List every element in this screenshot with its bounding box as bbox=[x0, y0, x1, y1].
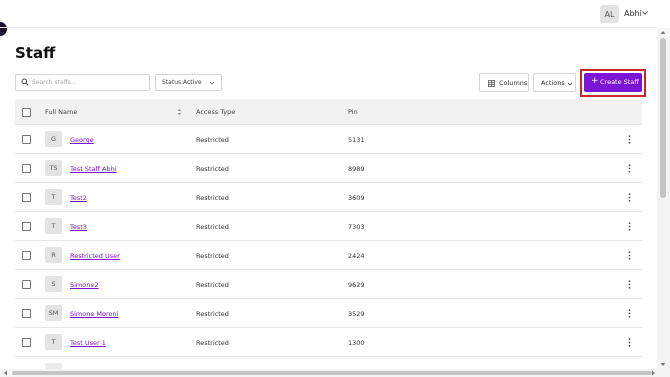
scroll-up-arrow-icon[interactable] bbox=[660, 30, 666, 35]
row-checkbox[interactable] bbox=[22, 338, 31, 347]
access-type: Restricted bbox=[196, 223, 229, 231]
kebab-menu-icon[interactable] bbox=[628, 338, 631, 347]
access-type: Restricted bbox=[196, 339, 229, 347]
select-all-checkbox[interactable] bbox=[22, 108, 31, 117]
user-name[interactable]: Abhi bbox=[624, 9, 642, 18]
avatar: G bbox=[45, 131, 62, 147]
kebab-menu-icon[interactable] bbox=[628, 251, 631, 260]
pin-value: 9629 bbox=[348, 281, 365, 289]
kebab-menu-icon[interactable] bbox=[628, 193, 631, 202]
staff-name-link[interactable]: Test Staff Abhi bbox=[70, 165, 117, 173]
chevron-down-icon[interactable] bbox=[641, 9, 649, 17]
staff-name-link[interactable]: Simone Moroni bbox=[70, 310, 118, 318]
search-input[interactable] bbox=[32, 76, 146, 89]
table-row: S Simone2 Restricted 9629 bbox=[15, 270, 642, 299]
scrollbar-thumb[interactable] bbox=[12, 371, 652, 375]
actions-label: Actions bbox=[541, 79, 565, 87]
staff-name-link[interactable]: George bbox=[70, 136, 94, 144]
create-staff-label: Create Staff bbox=[600, 78, 639, 86]
row-checkbox[interactable] bbox=[22, 222, 31, 231]
column-header-pin: Pin bbox=[348, 108, 358, 116]
row-checkbox[interactable] bbox=[22, 193, 31, 202]
access-type: Restricted bbox=[196, 165, 229, 173]
access-type: Restricted bbox=[196, 281, 229, 289]
horizontal-scrollbar[interactable] bbox=[0, 369, 670, 377]
column-header-access-type: Access Type bbox=[196, 108, 236, 116]
top-bar: AL Abhi bbox=[0, 0, 657, 28]
avatar: SM bbox=[45, 305, 62, 321]
table-row: R Restricted User Restricted 2424 bbox=[15, 241, 642, 270]
staff-name-link[interactable]: Simone2 bbox=[70, 281, 99, 289]
sort-icon[interactable] bbox=[177, 108, 182, 116]
columns-button[interactable]: Columns bbox=[479, 73, 529, 92]
scroll-down-arrow-icon[interactable] bbox=[660, 362, 666, 367]
access-type: Restricted bbox=[196, 310, 229, 318]
row-checkbox[interactable] bbox=[22, 280, 31, 289]
kebab-menu-icon[interactable] bbox=[628, 309, 631, 318]
access-type: Restricted bbox=[196, 194, 229, 202]
table-row: SM Simone Moroni Restricted 3529 bbox=[15, 299, 642, 328]
pin-value: 2424 bbox=[348, 252, 365, 260]
table-row: G George Restricted 5131 bbox=[15, 125, 642, 154]
avatar: S bbox=[45, 276, 62, 292]
staff-table: Full Name Access Type Pin G George Restric… bbox=[15, 99, 642, 371]
pin-value: 3609 bbox=[348, 194, 365, 202]
table-row: TS Test Staff Abhi Restricted 8989 bbox=[15, 154, 642, 183]
staff-name-link[interactable]: Test3 bbox=[70, 223, 87, 231]
kebab-menu-icon[interactable] bbox=[628, 222, 631, 231]
status-filter-dropdown[interactable]: Status: Active bbox=[155, 74, 222, 91]
avatar: T bbox=[45, 218, 62, 234]
table-header: Full Name Access Type Pin bbox=[15, 99, 642, 125]
chevron-down-icon bbox=[567, 82, 573, 86]
search-icon bbox=[21, 78, 29, 86]
pin-value: 7303 bbox=[348, 223, 365, 231]
status-filter-label: Status: bbox=[162, 79, 184, 86]
avatar: R bbox=[45, 247, 62, 263]
search-box[interactable] bbox=[15, 74, 150, 91]
kebab-menu-icon[interactable] bbox=[628, 135, 631, 144]
access-type: Restricted bbox=[196, 136, 229, 144]
vertical-scrollbar[interactable] bbox=[657, 28, 670, 369]
scroll-right-arrow-icon[interactable] bbox=[651, 370, 656, 376]
status-filter-value: Active bbox=[183, 79, 202, 86]
row-checkbox[interactable] bbox=[22, 164, 31, 173]
staff-name-link[interactable]: Restricted User bbox=[70, 252, 120, 260]
kebab-menu-icon[interactable] bbox=[628, 164, 631, 173]
plus-icon: + bbox=[591, 76, 599, 86]
pin-value: 8989 bbox=[348, 165, 365, 173]
pin-value: 5131 bbox=[348, 136, 365, 144]
page-title: Staff bbox=[15, 44, 56, 62]
avatar: T bbox=[45, 189, 62, 205]
row-checkbox[interactable] bbox=[22, 309, 31, 318]
access-type: Restricted bbox=[196, 252, 229, 260]
pin-value: 1300 bbox=[348, 339, 365, 347]
scrollbar-thumb[interactable] bbox=[660, 38, 666, 198]
kebab-menu-icon[interactable] bbox=[628, 280, 631, 289]
staff-name-link[interactable]: Test User 1 bbox=[70, 339, 106, 347]
table-row: T Test User 1 Restricted 1300 bbox=[15, 328, 642, 357]
row-checkbox[interactable] bbox=[22, 251, 31, 260]
chevron-down-icon bbox=[209, 81, 215, 85]
table-row: T Test3 Restricted 7303 bbox=[15, 212, 642, 241]
columns-label: Columns bbox=[499, 79, 528, 87]
staff-name-link[interactable]: Test2 bbox=[70, 194, 87, 202]
row-checkbox[interactable] bbox=[22, 135, 31, 144]
column-header-full-name[interactable]: Full Name bbox=[45, 108, 77, 116]
columns-icon bbox=[488, 80, 495, 87]
create-staff-button[interactable]: + Create Staff bbox=[584, 73, 642, 92]
user-avatar[interactable]: AL bbox=[600, 5, 619, 23]
actions-button[interactable]: Actions bbox=[533, 73, 576, 92]
avatar: T bbox=[45, 334, 62, 350]
pin-value: 3529 bbox=[348, 310, 365, 318]
scroll-left-arrow-icon[interactable] bbox=[3, 370, 8, 376]
table-row: T Test2 Restricted 3609 bbox=[15, 183, 642, 212]
avatar: TS bbox=[45, 160, 62, 176]
